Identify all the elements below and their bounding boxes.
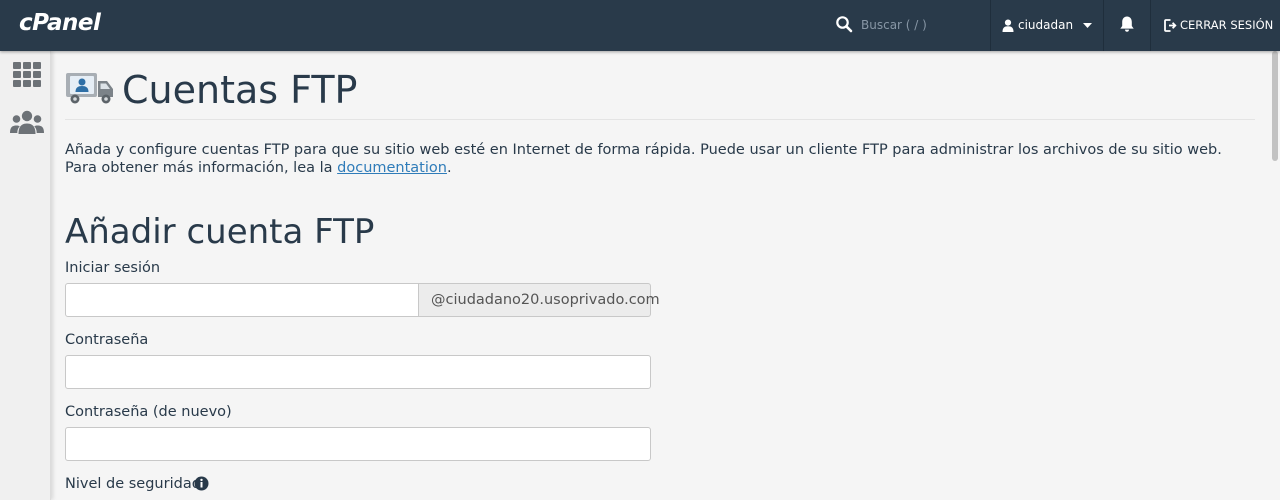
page-scrollbar[interactable] [1270,51,1280,500]
grid-icon[interactable] [9,59,45,91]
ftp-accounts-icon [66,73,113,104]
sidebar [0,51,51,500]
info-icon[interactable] [194,476,209,491]
username-label: ciudadan [1018,18,1074,32]
page-title: Cuentas FTP [122,68,358,112]
navbar-divider [1150,0,1151,51]
login-input[interactable] [65,283,419,317]
logout-label: CERRAR SESIÓN [1180,18,1274,32]
page-description: Añada y configure cuentas FTP para que s… [65,141,1245,177]
main-content: Cuentas FTP Añada y configure cuentas FT… [51,51,1270,500]
search-input[interactable] [861,14,991,36]
chevron-down-icon [1083,22,1093,28]
top-navbar: cPanel ciudadan CERRAR SESIÓN [0,0,1280,51]
cpanel-logo[interactable]: cPanel [19,10,101,36]
navbar-divider [990,0,991,51]
logout-button[interactable]: CERRAR SESIÓN [1164,16,1273,34]
password-label: Contraseña [65,332,149,348]
scrollbar-thumb[interactable] [1272,51,1278,161]
description-text: Añada y configure cuentas FTP para que s… [65,142,1222,176]
page-header: Cuentas FTP [65,68,1255,120]
security-level-label: Nivel de seguridad [65,476,201,492]
bell-icon[interactable] [1118,15,1136,33]
description-end: . [446,160,452,176]
navbar-divider [1103,0,1104,51]
password-input[interactable] [65,355,651,389]
login-label: Iniciar sesión [65,260,161,276]
password-again-label: Contraseña (de nuevo) [65,404,232,420]
search-icon[interactable] [835,15,853,33]
users-icon[interactable] [9,107,45,139]
password-again-input[interactable] [65,427,651,461]
domain-suffix: @ciudadano20.usoprivado.com [418,283,660,317]
sign-out-icon [1164,18,1177,32]
documentation-link[interactable]: documentation [337,160,447,176]
user-menu[interactable]: ciudadan [1002,16,1093,34]
user-icon [1002,19,1014,32]
add-ftp-account-heading: Añadir cuenta FTP [65,212,375,252]
